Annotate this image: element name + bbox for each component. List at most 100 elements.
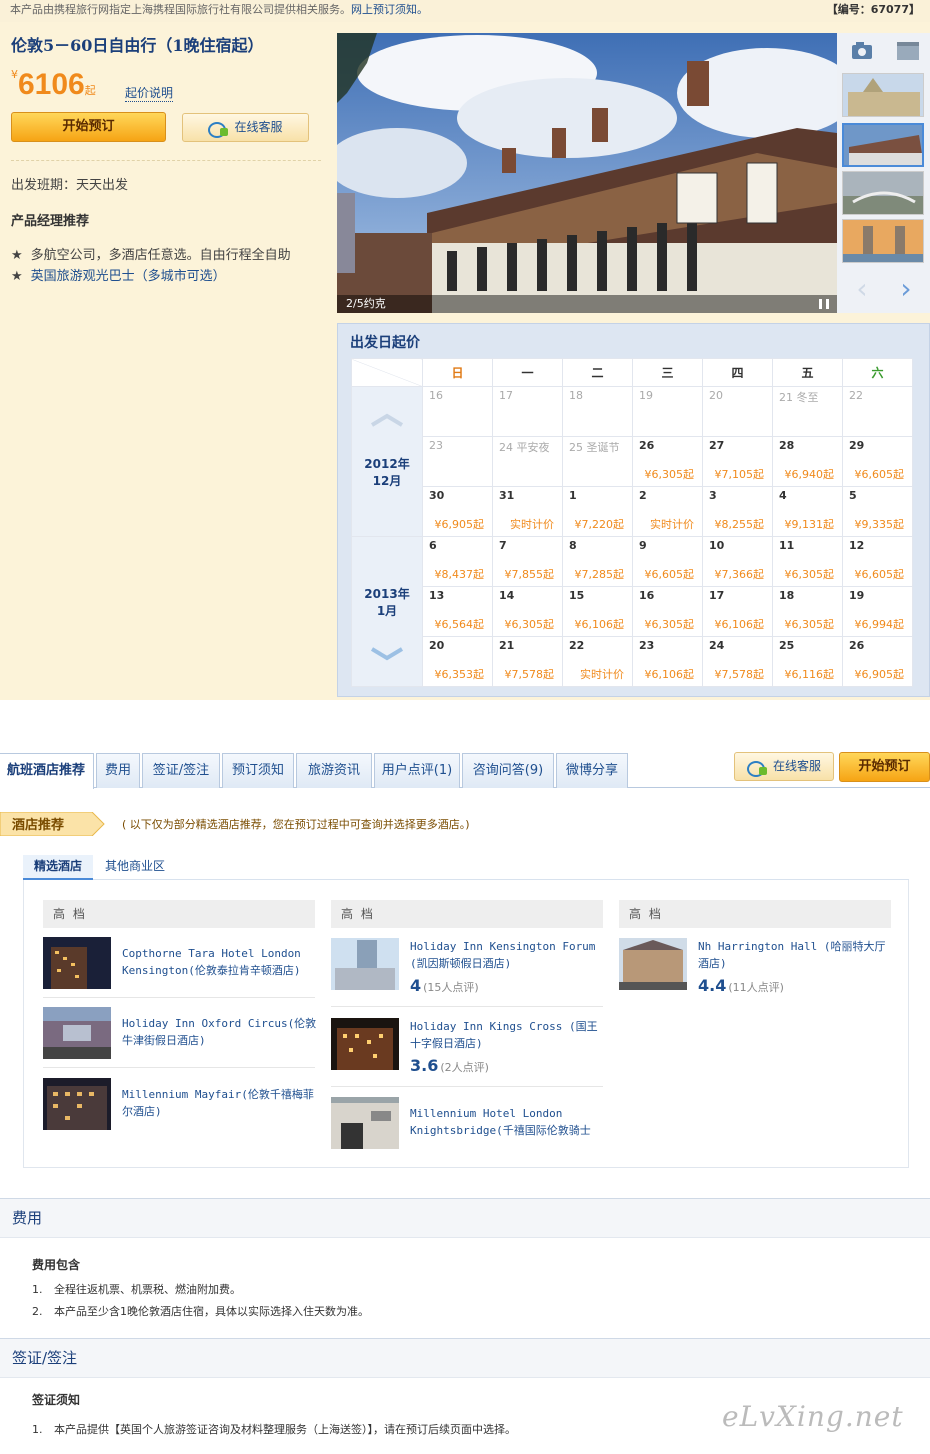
start-booking-button[interactable]: 开始预订: [11, 112, 166, 142]
day-price[interactable]: ¥6,994起: [855, 616, 905, 632]
tab-4[interactable]: 旅游资讯: [296, 753, 372, 788]
calendar-day[interactable]: 26 ¥6,905起: [842, 636, 913, 687]
day-price[interactable]: ¥7,366起: [715, 566, 765, 582]
day-price[interactable]: ¥7,285起: [575, 566, 625, 582]
calendar-day[interactable]: 6 ¥8,437起: [422, 536, 493, 587]
calendar-day[interactable]: 12 ¥6,605起: [842, 536, 913, 587]
calendar-day[interactable]: 23 ¥6,106起: [632, 636, 703, 687]
tab-6[interactable]: 咨询问答(9): [462, 753, 554, 788]
thumbnail-3[interactable]: [842, 171, 924, 215]
video-icon[interactable]: [887, 37, 927, 65]
online-service-button[interactable]: 在线客服: [182, 113, 309, 142]
calendar-day[interactable]: 26 ¥6,305起: [632, 436, 703, 487]
review-count[interactable]: (2人点评): [440, 1061, 489, 1074]
review-count[interactable]: (15人点评): [423, 981, 479, 994]
hotel-name-link[interactable]: Holiday Inn Oxford Circus(伦敦牛津街假日酒店): [122, 1015, 317, 1049]
day-price[interactable]: ¥6,353起: [435, 666, 485, 682]
day-price[interactable]: ¥8,255起: [715, 516, 765, 532]
day-price[interactable]: ¥9,335起: [855, 516, 905, 532]
tab-2[interactable]: 签证/签注: [142, 753, 220, 788]
subtab-other-districts[interactable]: 其他商业区: [97, 855, 173, 880]
hotel-item[interactable]: Holiday Inn Oxford Circus(伦敦牛津街假日酒店): [43, 1007, 317, 1061]
calendar-day[interactable]: 18 ¥6,305起: [772, 586, 843, 637]
camera-icon[interactable]: [841, 37, 881, 65]
hotel-name-link[interactable]: Millennium Hotel London Knightsbridge(千禧…: [410, 1105, 605, 1139]
calendar-day[interactable]: 9 ¥6,605起: [632, 536, 703, 587]
day-price[interactable]: ¥7,105起: [715, 466, 765, 482]
day-price[interactable]: ¥7,578起: [715, 666, 765, 682]
day-price[interactable]: ¥7,220起: [575, 516, 625, 532]
tab-1[interactable]: 费用: [96, 753, 140, 788]
hotel-photo[interactable]: [331, 1097, 399, 1149]
calendar-day[interactable]: 31 实时计价: [492, 486, 563, 537]
pause-icon[interactable]: [819, 299, 829, 309]
calendar-day[interactable]: 24 ¥7,578起: [702, 636, 773, 687]
day-price[interactable]: ¥6,605起: [855, 566, 905, 582]
calendar-day[interactable]: 1 ¥7,220起: [562, 486, 633, 537]
calendar-up-icon[interactable]: [370, 413, 404, 427]
calendar-day[interactable]: 28 ¥6,940起: [772, 436, 843, 487]
main-photo[interactable]: 2/5约克: [337, 33, 837, 313]
thumbnail-1[interactable]: [842, 73, 924, 117]
day-price[interactable]: ¥7,855起: [505, 566, 555, 582]
tab-0[interactable]: 航班酒店推荐: [0, 753, 94, 789]
hotel-name-link[interactable]: Nh Harrington Hall (哈丽特大厅酒店): [698, 938, 893, 972]
day-price[interactable]: ¥6,905起: [855, 666, 905, 682]
calendar-day[interactable]: 27 ¥7,105起: [702, 436, 773, 487]
day-price[interactable]: ¥6,106起: [715, 616, 765, 632]
gallery-prev-button[interactable]: ‹: [843, 275, 881, 305]
thumbnail-4[interactable]: [842, 219, 924, 263]
day-price[interactable]: ¥6,106起: [575, 616, 625, 632]
day-price[interactable]: 实时计价: [510, 516, 554, 532]
hotel-item[interactable]: Nh Harrington Hall (哈丽特大厅酒店) 4.4 (11人点评): [619, 938, 893, 995]
tab-7[interactable]: 微博分享: [556, 753, 628, 788]
day-price[interactable]: ¥6,116起: [785, 666, 835, 682]
hotel-item[interactable]: Millennium Hotel London Knightsbridge(千禧…: [331, 1097, 603, 1151]
calendar-day[interactable]: 15 ¥6,106起: [562, 586, 633, 637]
calendar-day[interactable]: 13 ¥6,564起: [422, 586, 493, 637]
day-price[interactable]: ¥6,605起: [645, 566, 695, 582]
calendar-day[interactable]: 30 ¥6,905起: [422, 486, 493, 537]
subtab-selected-hotels[interactable]: 精选酒店: [23, 855, 93, 880]
hotel-name-link[interactable]: Copthorne Tara Hotel London Kensington(伦…: [122, 945, 317, 979]
calendar-day[interactable]: 11 ¥6,305起: [772, 536, 843, 587]
day-price[interactable]: ¥6,564起: [435, 616, 485, 632]
hotel-photo[interactable]: [619, 938, 687, 990]
day-price[interactable]: 实时计价: [650, 516, 694, 532]
day-price[interactable]: ¥8,437起: [435, 566, 485, 582]
day-price[interactable]: 实时计价: [580, 666, 624, 682]
calendar-down-icon[interactable]: [370, 646, 404, 661]
hotel-item[interactable]: Millennium Mayfair(伦敦千禧梅菲尔酒店): [43, 1078, 315, 1132]
online-service-button-2[interactable]: 在线客服: [734, 752, 834, 781]
recommend-link[interactable]: 英国旅游观光巴士（多城市可选）: [31, 269, 226, 284]
calendar-day[interactable]: 25 ¥6,116起: [772, 636, 843, 687]
calendar-day[interactable]: 22 实时计价: [562, 636, 633, 687]
hotel-item[interactable]: Holiday Inn Kings Cross (国王十字假日酒店) 3.6 (2…: [331, 1018, 605, 1075]
hotel-name-link[interactable]: Millennium Mayfair(伦敦千禧梅菲尔酒店): [122, 1086, 317, 1120]
day-price[interactable]: ¥6,305起: [785, 616, 835, 632]
thumbnail-2[interactable]: [842, 123, 924, 167]
start-booking-button-2[interactable]: 开始预订: [839, 752, 930, 782]
hotel-photo[interactable]: [43, 937, 111, 989]
day-price[interactable]: ¥6,305起: [645, 466, 695, 482]
gallery-next-button[interactable]: ›: [887, 275, 925, 305]
tab-3[interactable]: 预订须知: [222, 753, 294, 788]
day-price[interactable]: ¥9,131起: [785, 516, 835, 532]
hotel-name-link[interactable]: Holiday Inn Kings Cross (国王十字假日酒店): [410, 1018, 605, 1052]
tab-5[interactable]: 用户点评(1): [374, 753, 460, 788]
calendar-day[interactable]: 3 ¥8,255起: [702, 486, 773, 537]
calendar-day[interactable]: 20 ¥6,353起: [422, 636, 493, 687]
day-price[interactable]: ¥6,305起: [645, 616, 695, 632]
calendar-day[interactable]: 7 ¥7,855起: [492, 536, 563, 587]
calendar-day[interactable]: 21 ¥7,578起: [492, 636, 563, 687]
day-price[interactable]: ¥6,605起: [855, 466, 905, 482]
calendar-day[interactable]: 17 ¥6,106起: [702, 586, 773, 637]
calendar-day[interactable]: 19 ¥6,994起: [842, 586, 913, 637]
hotel-item[interactable]: Holiday Inn Kensington Forum (凯因斯顿假日酒店) …: [331, 938, 603, 995]
hotel-photo[interactable]: [331, 1018, 399, 1070]
hotel-photo[interactable]: [43, 1007, 111, 1059]
day-price[interactable]: ¥6,305起: [505, 616, 555, 632]
calendar-day[interactable]: 10 ¥7,366起: [702, 536, 773, 587]
hotel-photo[interactable]: [43, 1078, 111, 1130]
calendar-day[interactable]: 29 ¥6,605起: [842, 436, 913, 487]
